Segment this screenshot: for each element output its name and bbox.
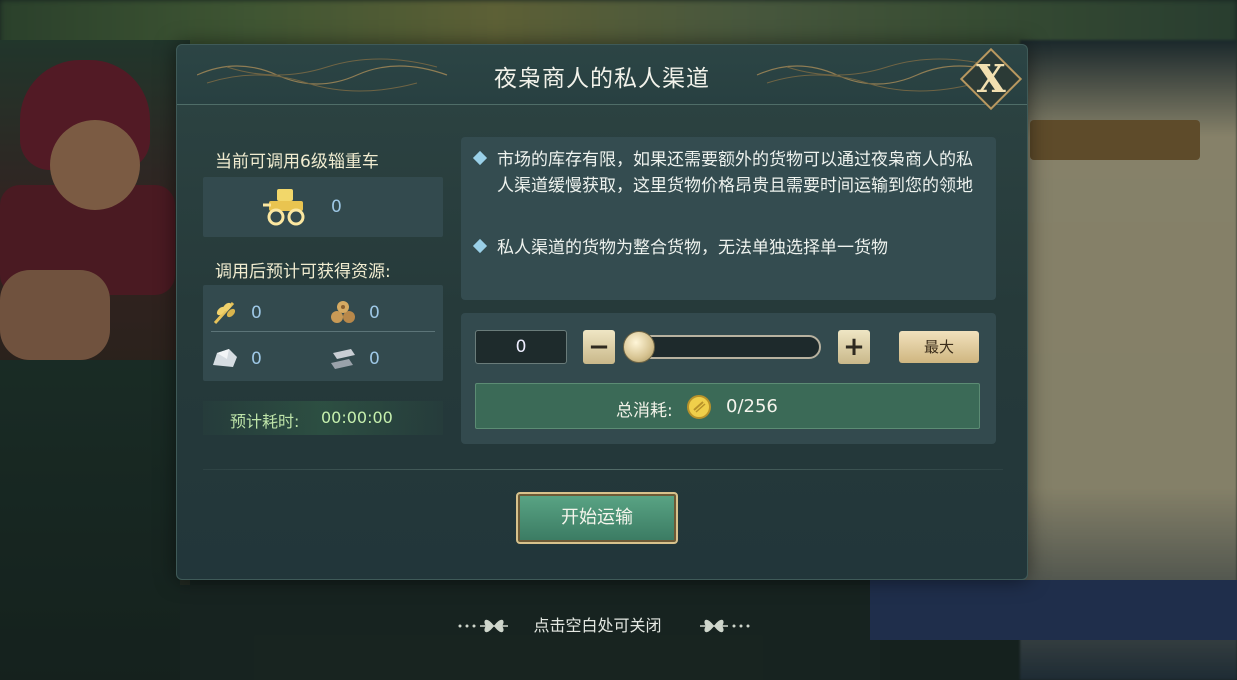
available-wagons-label: 当前可调用6级辎重车 — [215, 152, 379, 172]
hint-ornament-right-icon — [700, 619, 750, 633]
section-divider — [203, 469, 1003, 470]
resources-divider — [211, 331, 435, 332]
estimated-time-label: 预计耗时: — [230, 412, 300, 431]
close-hint: 点击空白处可关闭 — [533, 616, 662, 635]
iron-count: 0 — [369, 349, 380, 369]
estimated-time-row: 预计耗时: 00:00:00 — [203, 401, 443, 435]
purchase-controls: 0 − + 最大 总消耗: 0/256 — [461, 313, 996, 444]
wagon-icon — [263, 189, 305, 226]
info-item: 市场的库存有限，如果还需要额外的货物可以通过夜枭商人的私人渠道缓慢获取，这里货物… — [472, 147, 975, 199]
wagon-box: 0 — [203, 177, 443, 237]
estimated-time-value: 00:00:00 — [321, 408, 393, 427]
decrease-button[interactable]: − — [583, 330, 615, 364]
info-item: 私人渠道的货物为整合货物，无法单独选择单一货物 — [472, 235, 975, 261]
gold-coin-icon — [687, 395, 711, 419]
wood-count: 0 — [369, 303, 380, 323]
info-text: 市场的库存有限，如果还需要额外的货物可以通过夜枭商人的私人渠道缓慢获取，这里货物… — [497, 150, 973, 196]
wagon-count: 0 — [331, 197, 342, 217]
increase-button[interactable]: + — [838, 330, 870, 364]
resources-label: 调用后预计可获得资源: — [215, 262, 391, 282]
total-cost-bar: 总消耗: 0/256 — [475, 383, 980, 429]
close-icon: X — [976, 56, 1006, 101]
stone-count: 0 — [251, 349, 262, 369]
dialog-title-bar: 夜枭商人的私人渠道 — [177, 45, 1027, 105]
start-transport-button[interactable]: 开始运输 — [516, 492, 678, 544]
wheat-icon — [213, 301, 236, 325]
merchant-channel-dialog: 夜枭商人的私人渠道 X 当前可调用6级辎重车 0 调用后预计可获得资源: 0 0… — [176, 44, 1028, 580]
stone-icon — [213, 349, 237, 367]
dialog-title: 夜枭商人的私人渠道 — [494, 66, 710, 92]
iron-icon — [331, 349, 355, 369]
quantity-slider-handle[interactable] — [623, 331, 655, 363]
max-button[interactable]: 最大 — [899, 331, 979, 363]
resources-box: 0 0 0 0 — [203, 285, 443, 381]
wood-icon — [331, 301, 355, 323]
info-box[interactable]: 市场的库存有限，如果还需要额外的货物可以通过夜枭商人的私人渠道缓慢获取，这里货物… — [461, 137, 996, 300]
total-cost-value: 0/256 — [726, 396, 778, 417]
quantity-input[interactable]: 0 — [475, 330, 567, 364]
total-cost-label: 总消耗: — [616, 401, 673, 421]
info-text: 私人渠道的货物为整合货物，无法单独选择单一货物 — [497, 238, 888, 258]
wheat-count: 0 — [251, 303, 262, 323]
close-button[interactable]: X — [959, 47, 1023, 111]
